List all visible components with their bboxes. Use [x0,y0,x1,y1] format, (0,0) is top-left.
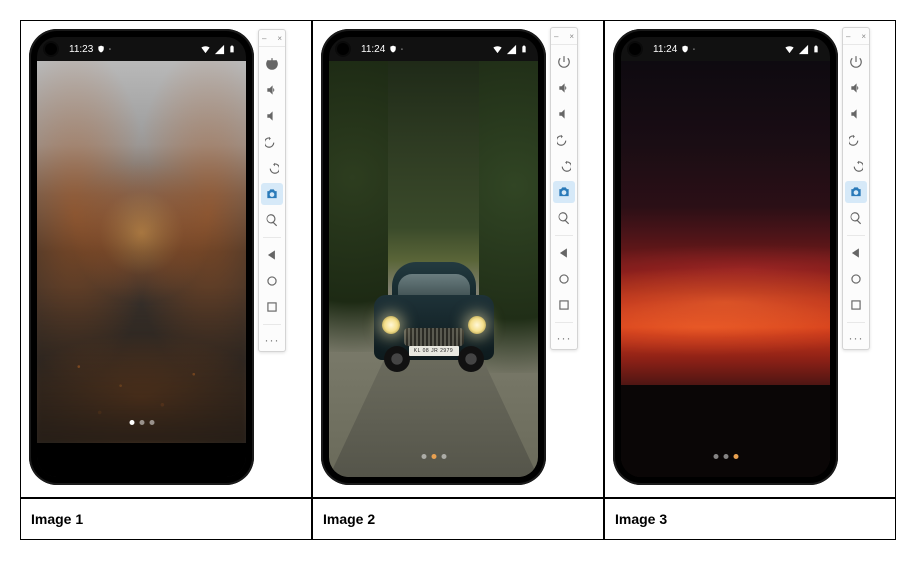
rotate-left-icon[interactable] [261,131,283,153]
phone-frame: 11:23 [29,29,254,485]
phone-screen: 11:24 [329,37,538,477]
zoom-icon[interactable] [553,207,575,229]
caption-3: Image 3 [604,498,896,540]
volume-down-icon[interactable] [553,103,575,125]
pager-dots[interactable] [421,454,446,459]
close-button[interactable]: × [861,32,866,42]
status-bar: 11:23 [37,37,246,61]
rotate-left-icon[interactable] [553,129,575,151]
wifi-icon [492,44,503,55]
volume-up-icon[interactable] [261,79,283,101]
pager-dot[interactable] [149,420,154,425]
overview-icon[interactable] [845,294,867,316]
rotate-right-icon[interactable] [845,155,867,177]
battery-icon [228,43,236,55]
pager-dot[interactable] [733,454,738,459]
shield-icon [389,45,397,53]
power-icon[interactable] [261,53,283,75]
phone-screen: 11:24 [621,37,830,477]
emulator-toolbar: – × ··· [550,27,578,350]
signal-icon [214,44,225,55]
camera-punch-hole [337,43,349,55]
volume-down-icon[interactable] [845,103,867,125]
phone-frame: 11:24 [321,29,546,485]
rotate-left-icon[interactable] [845,129,867,151]
pager-dot[interactable] [441,454,446,459]
android-icon [109,44,111,54]
android-icon [401,44,403,54]
pager-dots[interactable] [713,454,738,459]
battery-icon [812,43,820,55]
camera-punch-hole [629,43,641,55]
rotate-right-icon[interactable] [553,155,575,177]
signal-icon [506,44,517,55]
volume-down-icon[interactable] [261,105,283,127]
pager-dots[interactable] [129,420,154,425]
wallpaper-sunset[interactable] [621,61,830,477]
status-time: 11:23 [69,44,93,55]
more-button[interactable]: ··· [557,329,572,345]
emulator-toolbar: – × ··· [842,27,870,350]
pager-dot[interactable] [723,454,728,459]
status-bar: 11:24 [621,37,830,61]
license-plate: KL 08 JR 2979 [409,346,459,356]
wallpaper-car[interactable]: KL 08 JR 2979 [329,61,538,477]
zoom-icon[interactable] [845,207,867,229]
shield-icon [97,45,105,53]
home-icon[interactable] [553,268,575,290]
minimize-button[interactable]: – [846,32,850,42]
minimize-button[interactable]: – [554,32,558,42]
wallpaper-autumn[interactable] [37,61,246,443]
pager-dot[interactable] [139,420,144,425]
home-icon[interactable] [261,270,283,292]
wifi-icon [200,44,211,55]
overview-icon[interactable] [553,294,575,316]
phone-frame: 11:24 [613,29,838,485]
battery-icon [520,43,528,55]
close-button[interactable]: × [277,34,282,44]
screenshot-icon[interactable] [845,181,867,203]
android-icon [693,44,695,54]
back-icon[interactable] [845,242,867,264]
overview-icon[interactable] [261,296,283,318]
caption-1: Image 1 [20,498,312,540]
volume-up-icon[interactable] [845,77,867,99]
cell-image-1: 11:23 [20,20,312,498]
screenshot-grid: 11:23 [20,20,896,540]
emulator-toolbar: – × ··· [258,29,286,352]
more-button[interactable]: ··· [265,331,280,347]
power-icon[interactable] [553,51,575,73]
cell-image-3: 11:24 [604,20,896,498]
cell-image-2: 11:24 [312,20,604,498]
back-icon[interactable] [261,244,283,266]
camera-punch-hole [45,43,57,55]
status-time: 11:24 [361,44,385,55]
minimize-button[interactable]: – [262,34,266,44]
shield-icon [681,45,689,53]
rotate-right-icon[interactable] [261,157,283,179]
screenshot-icon[interactable] [261,183,283,205]
back-icon[interactable] [553,242,575,264]
zoom-icon[interactable] [261,209,283,231]
power-icon[interactable] [845,51,867,73]
status-bar: 11:24 [329,37,538,61]
pager-dot[interactable] [431,454,436,459]
pager-dot[interactable] [421,454,426,459]
pager-dot[interactable] [713,454,718,459]
status-time: 11:24 [653,44,677,55]
close-button[interactable]: × [569,32,574,42]
pager-dot[interactable] [129,420,134,425]
volume-up-icon[interactable] [553,77,575,99]
phone-screen: 11:23 [37,37,246,477]
signal-icon [798,44,809,55]
more-button[interactable]: ··· [849,329,864,345]
screenshot-icon[interactable] [553,181,575,203]
wifi-icon [784,44,795,55]
car-illustration: KL 08 JR 2979 [374,252,494,382]
caption-2: Image 2 [312,498,604,540]
bottom-strip [37,443,246,477]
home-icon[interactable] [845,268,867,290]
